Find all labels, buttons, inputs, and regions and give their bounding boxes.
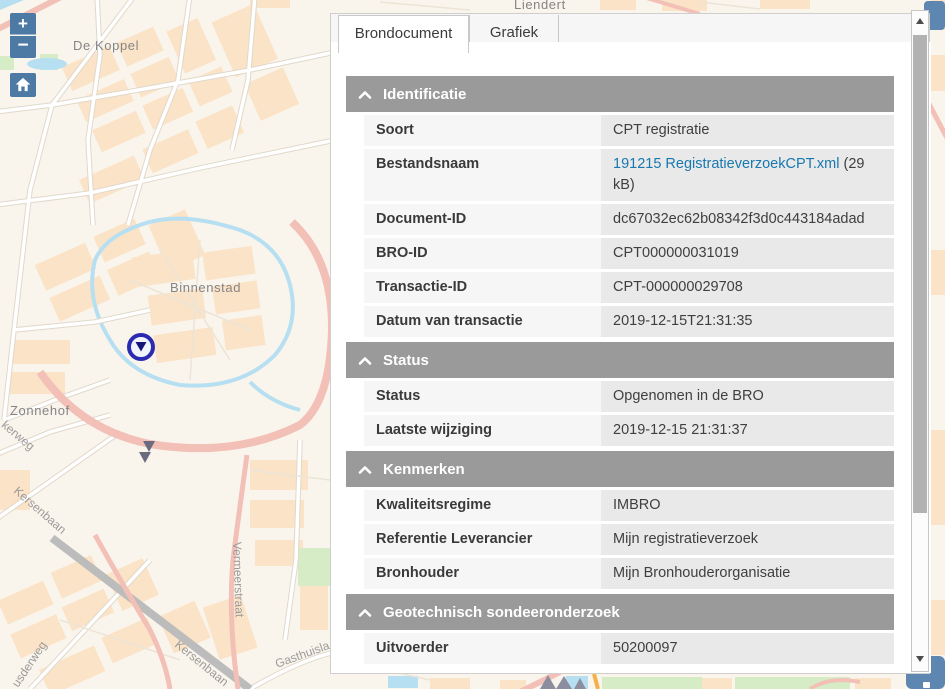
panel-scrollbar[interactable] [911,10,929,672]
table-row: Status Opgenomen in de BRO [364,381,894,412]
chevron-up-icon [358,608,372,617]
field-value: IMBRO [601,490,894,521]
table-row: Soort CPT registratie [364,115,894,146]
field-value: Opgenomen in de BRO [601,381,894,412]
map-label: Binnenstad [170,280,241,295]
field-label: BRO-ID [364,238,601,269]
overview-map-icon [923,682,930,688]
scrollbar-thumb[interactable] [913,35,927,513]
field-label: Bestandsnaam [364,149,601,201]
field-value: 2019-12-15T21:31:35 [601,306,894,337]
detail-panel: Brondocument Grafiek Identificatie Soort… [330,13,930,674]
tab-brondocument[interactable]: Brondocument [338,15,469,53]
field-label: Transactie-ID [364,272,601,303]
field-value: CPT-000000029708 [601,272,894,303]
table-row: Laatste wijziging 2019-12-15 21:31:37 [364,415,894,446]
table-row: BRO-ID CPT000000031019 [364,238,894,269]
chevron-up-icon [358,356,372,365]
section-title: Kenmerken [383,461,465,478]
table-row: Kwaliteitsregime IMBRO [364,490,894,521]
field-label: Referentie Leverancier [364,524,601,555]
field-value: 191215 RegistratieverzoekCPT.xml (29 kB) [601,149,894,201]
table-row: Bestandsnaam 191215 RegistratieverzoekCP… [364,149,894,201]
map-label: Vermeerstraat [230,542,247,618]
section-geotechnisch-sondeeronderzoek: Geotechnisch sondeeronderzoek Uitvoerder… [346,594,894,664]
field-label: Document-ID [364,204,601,235]
field-value: Mijn registratieverzoek [601,524,894,555]
chevron-up-icon [358,90,372,99]
field-label: Soort [364,115,601,146]
field-label: Laatste wijziging [364,415,601,446]
chevron-up-icon [358,465,372,474]
table-row: Datum van transactie 2019-12-15T21:31:35 [364,306,894,337]
section-identificatie: Identificatie Soort CPT registratie Best… [346,76,894,337]
scroll-down-icon[interactable] [916,656,924,662]
section-title: Geotechnisch sondeeronderzoek [383,604,620,621]
field-value: CPT000000031019 [601,238,894,269]
table-row: Document-ID dc67032ec62b08342f3d0c443184… [364,204,894,235]
field-value: CPT registratie [601,115,894,146]
map-label: Zonnehof [10,403,70,418]
section-header[interactable]: Geotechnisch sondeeronderzoek [346,594,894,630]
screen: De Koppel Liendert Binnenstad Zonnehof k… [0,0,945,689]
map-label: De Koppel [73,38,139,53]
field-label: Datum van transactie [364,306,601,337]
field-label: Bronhouder [364,558,601,589]
tab-bar: Brondocument Grafiek [331,14,929,43]
field-label: Status [364,381,601,412]
field-value: 50200097 [601,633,894,664]
section-title: Status [383,352,429,369]
map-marker[interactable] [129,335,153,359]
home-button[interactable] [10,73,36,97]
map-label: Liendert [514,0,566,12]
section-status: Status Status Opgenomen in de BRO Laatst… [346,342,894,446]
field-value: 2019-12-15 21:31:37 [601,415,894,446]
field-label: Uitvoerder [364,633,601,664]
home-icon [15,79,31,96]
table-row: Referentie Leverancier Mijn registratiev… [364,524,894,555]
file-download-link[interactable]: 191215 RegistratieverzoekCPT.xml [613,156,839,172]
section-header[interactable]: Status [346,342,894,378]
table-row: Uitvoerder 50200097 [364,633,894,664]
section-header[interactable]: Kenmerken [346,451,894,487]
zoom-in-button[interactable]: + [10,13,36,35]
section-header[interactable]: Identificatie [346,76,894,112]
scroll-up-icon[interactable] [916,18,924,24]
zoom-out-button[interactable]: − [10,36,36,58]
field-value: Mijn Bronhouderorganisatie [601,558,894,589]
panel-content: Identificatie Soort CPT registratie Best… [331,42,931,673]
section-title: Identificatie [383,86,466,103]
field-label: Kwaliteitsregime [364,490,601,521]
tab-grafiek[interactable]: Grafiek [469,15,559,42]
table-row: Transactie-ID CPT-000000029708 [364,272,894,303]
section-kenmerken: Kenmerken Kwaliteitsregime IMBRO Referen… [346,451,894,589]
table-row: Bronhouder Mijn Bronhouderorganisatie [364,558,894,589]
field-value: dc67032ec62b08342f3d0c443184adad [601,204,894,235]
